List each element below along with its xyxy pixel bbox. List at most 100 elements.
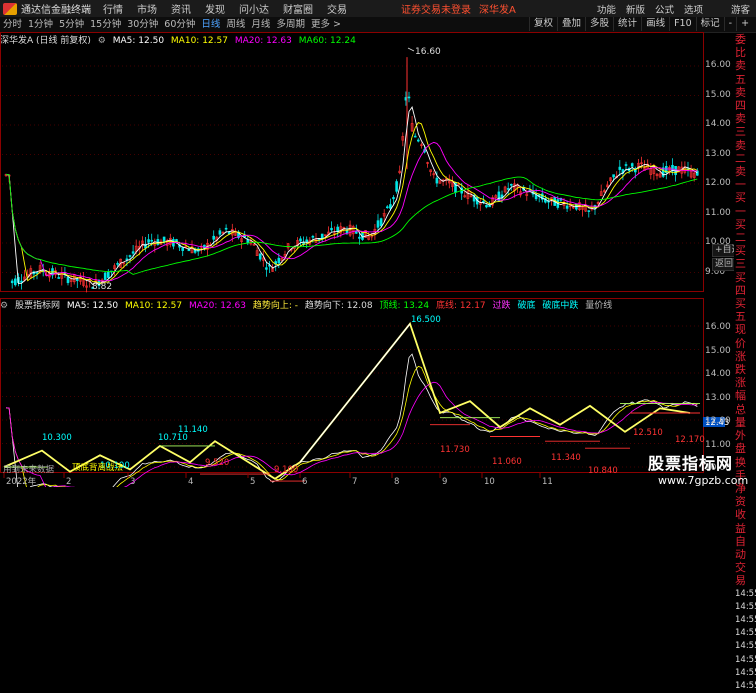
- menu-item-discover[interactable]: 发现: [205, 1, 225, 16]
- tab-1min[interactable]: 1分钟: [25, 18, 56, 32]
- tab-more[interactable]: 更多 >: [308, 18, 344, 32]
- app-title: 通达信金融终端: [21, 5, 91, 16]
- ind-ma5: MA5: 12.50: [66, 301, 119, 311]
- ind-ma10: MA10: 12.57: [125, 301, 183, 311]
- main-price-tick: 15.00: [705, 89, 731, 100]
- tool-overlay[interactable]: 叠加: [557, 17, 585, 31]
- trend-up-segment: [299, 323, 411, 463]
- tool-mark[interactable]: 标记: [695, 17, 724, 31]
- candle-body: [457, 183, 460, 186]
- candle-body: [413, 135, 417, 138]
- newver-button[interactable]: 新版: [626, 2, 645, 16]
- side-panel-lower-item: 14:55: [735, 588, 756, 599]
- tool-multi[interactable]: 多股: [585, 17, 613, 31]
- main-price-tick: 14.00: [705, 119, 731, 129]
- side-panel-item: 买一: [735, 191, 746, 218]
- menu-item-wealth[interactable]: 财富圈: [283, 1, 313, 16]
- ind-label-8: 9.100: [274, 465, 298, 475]
- tool-stats[interactable]: 统计: [613, 17, 641, 31]
- candle-body: [618, 166, 622, 170]
- tab-5min[interactable]: 5分钟: [56, 18, 87, 32]
- menu-item-ask[interactable]: 问小达: [239, 1, 269, 16]
- candle-body: [407, 96, 411, 99]
- trend-down: 趋势向下: 12.08: [304, 301, 373, 311]
- time-label: 2: [66, 477, 71, 487]
- period-toolbar: 分时 1分钟 5分钟 15分钟 30分钟 60分钟 日线 周线 月线 多周期 更…: [0, 17, 756, 33]
- ind-ma20: MA20: 12.63: [188, 301, 246, 311]
- tool-zoom-out[interactable]: -: [723, 17, 736, 31]
- candle-body: [103, 272, 107, 280]
- method-text: 顶底背离战法: [72, 462, 123, 473]
- tool-draw[interactable]: 画线: [641, 17, 669, 31]
- ind-label-4: 10.840: [588, 466, 618, 476]
- break-bottom: 破底: [517, 301, 536, 311]
- candle-body: [131, 251, 135, 254]
- ind-label-3: 11.340: [551, 453, 581, 463]
- func-button[interactable]: 功能: [597, 2, 616, 16]
- candle-body: [376, 220, 380, 228]
- candle-body: [330, 227, 333, 231]
- time-label: 5: [250, 477, 255, 487]
- menu-item-trade[interactable]: 交易: [327, 1, 347, 16]
- side-panel-item: 现价: [735, 323, 746, 350]
- candle-body: [10, 280, 14, 284]
- side-panel-item: 卖一: [735, 165, 746, 192]
- back-button[interactable]: 返回: [712, 258, 737, 271]
- indicator-name[interactable]: 股票指标网: [15, 301, 60, 311]
- candle-body: [534, 194, 538, 200]
- time-label: 6: [302, 477, 307, 487]
- side-panel-item: 总量: [735, 402, 746, 429]
- side-panel-item: 卖四: [735, 85, 746, 113]
- candle-body: [695, 170, 699, 176]
- side-panel-item: 买三: [735, 244, 746, 271]
- indicator-settings-icon[interactable]: ⚙: [0, 301, 8, 311]
- tool-restore[interactable]: 复权: [529, 17, 557, 31]
- candle-body: [35, 272, 39, 274]
- candle-body: [509, 183, 513, 186]
- tab-15min[interactable]: 15分钟: [87, 18, 124, 32]
- side-panel-lower-item: 14:55: [735, 667, 756, 678]
- time-label: 3: [130, 477, 135, 487]
- low-price-label: 8.82: [92, 282, 112, 292]
- tab-weekly[interactable]: 周线: [223, 18, 248, 32]
- chart-area[interactable]: 2022年 2 3 4 5 6 7 8 9 10 11 16.60 8.82 16.500 11.7…: [0, 32, 734, 487]
- side-panel-item: 卖五: [735, 59, 746, 86]
- tab-30min[interactable]: 30分钟: [124, 18, 161, 32]
- tab-timeshare[interactable]: 分时: [0, 18, 25, 32]
- guest-label[interactable]: 游客: [731, 2, 750, 16]
- tab-60min[interactable]: 60分钟: [161, 18, 198, 32]
- candle-body: [277, 257, 281, 264]
- menu-item-news[interactable]: 资讯: [171, 1, 191, 16]
- time-label: 7: [352, 477, 357, 487]
- candle-body: [66, 276, 70, 284]
- side-panel-lower-item: 自动: [735, 534, 746, 561]
- time-label: 10: [484, 477, 495, 487]
- candle-body: [395, 181, 398, 192]
- tool-f10[interactable]: F10: [669, 17, 696, 31]
- main-price-grid: [2, 65, 702, 273]
- period-tabs: 分时 1分钟 5分钟 15分钟 30分钟 60分钟 日线 周线 月线 多周期 更…: [0, 18, 344, 32]
- login-alert[interactable]: 证券交易未登录: [401, 1, 471, 16]
- menu-item-quotes[interactable]: 行情: [103, 1, 123, 16]
- candle-body: [624, 164, 628, 166]
- stock-tab[interactable]: 深华发A: [479, 1, 516, 16]
- main-price-tick: 16.00: [705, 60, 731, 70]
- tab-multi[interactable]: 多周期: [273, 18, 308, 32]
- side-panel-item: 委比: [735, 33, 746, 60]
- menu-item-market[interactable]: 市场: [137, 1, 157, 16]
- candle-body: [612, 174, 615, 178]
- tab-daily[interactable]: 日线: [198, 18, 223, 32]
- formula-button[interactable]: 公式: [655, 2, 674, 16]
- ma-line: [5, 141, 698, 282]
- volume-line: 量价线: [585, 301, 613, 311]
- candle-body: [506, 188, 510, 190]
- tool-zoom-in[interactable]: +: [736, 17, 753, 31]
- candle-body: [565, 205, 569, 209]
- options-button[interactable]: 选项: [684, 2, 703, 16]
- candle-body: [218, 230, 222, 235]
- tab-monthly[interactable]: 月线: [248, 18, 273, 32]
- moving-average-lines: [5, 106, 698, 286]
- future-data-hint: 用到未来数据: [3, 464, 55, 475]
- candle-body: [57, 277, 61, 279]
- ind-label-11: 10.300: [42, 433, 72, 443]
